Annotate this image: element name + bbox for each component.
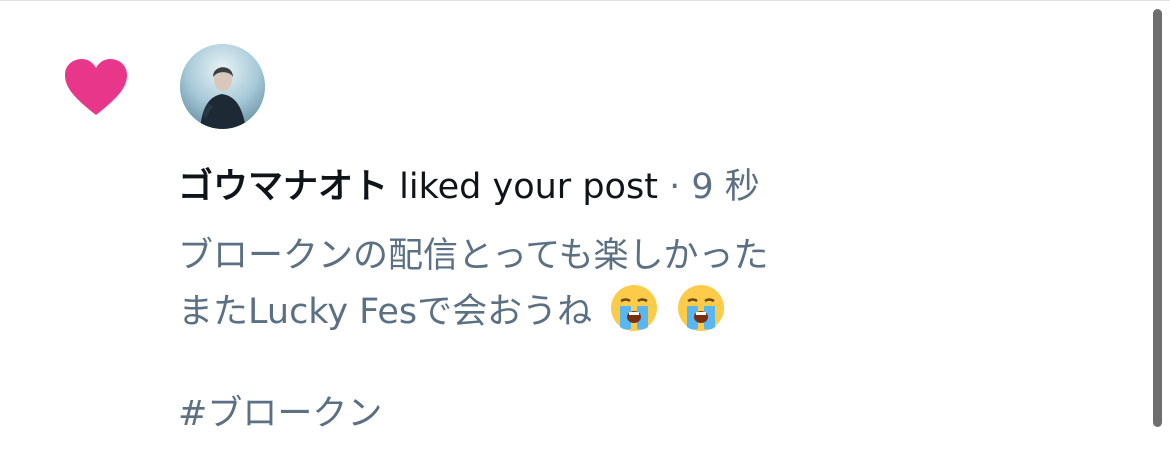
post-preview[interactable]: ブロークンの配信とっても楽しかった またLucky Fesで会おうね bbox=[178, 229, 768, 337]
post-line-with-emoji: またLucky Fesで会おうね bbox=[178, 283, 768, 337]
post-line: またLucky Fesで会おうね bbox=[178, 292, 593, 332]
avatar-image bbox=[180, 44, 265, 129]
avatar[interactable] bbox=[180, 44, 265, 129]
action-text: liked your post bbox=[399, 167, 658, 207]
notification-item[interactable]: ゴウマナオト liked your post · 9 秒 ブロークンの配信とって… bbox=[0, 0, 1170, 449]
hashtag[interactable]: #ブロークン bbox=[178, 389, 382, 439]
loudly-crying-face-icon bbox=[678, 285, 725, 331]
post-line: ブロークンの配信とっても楽しかった bbox=[178, 236, 769, 276]
user-name[interactable]: ゴウマナオト bbox=[178, 167, 388, 207]
separator-dot: · bbox=[669, 167, 681, 207]
timestamp: 9 秒 bbox=[691, 167, 760, 207]
notification-headline: ゴウマナオト liked your post · 9 秒 bbox=[178, 164, 760, 210]
scrollbar[interactable] bbox=[1153, 9, 1162, 427]
heart-icon bbox=[65, 59, 127, 115]
loudly-crying-face-icon bbox=[611, 285, 658, 331]
